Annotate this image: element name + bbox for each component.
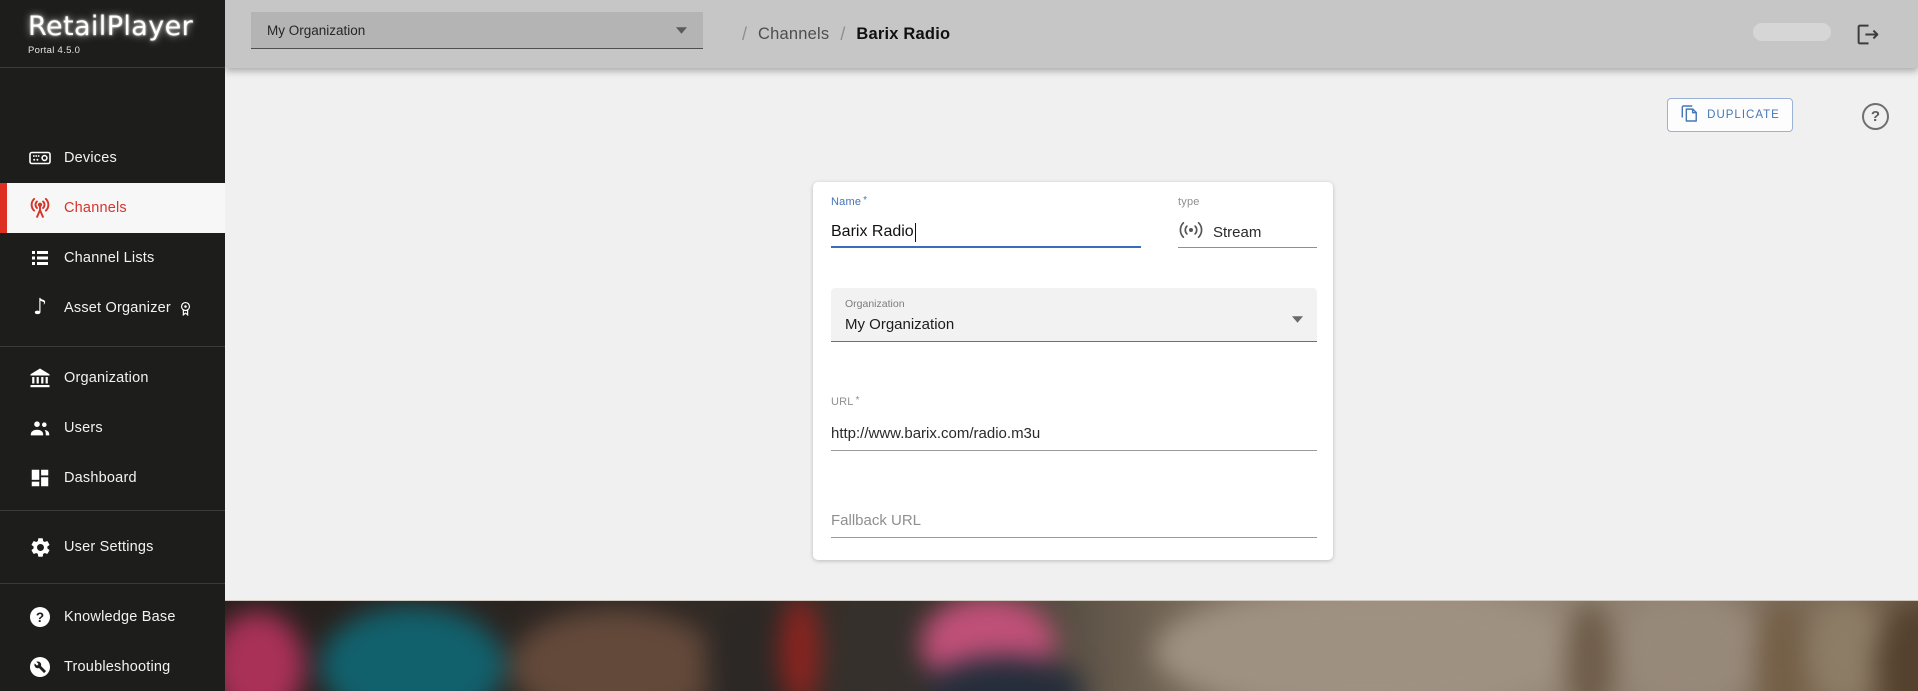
list-icon [27,245,53,271]
premium-badge-icon [176,299,195,318]
name-input-underline [831,246,1141,248]
footer-photo [225,600,1918,691]
sidebar-divider [0,510,225,511]
logout-button[interactable] [1854,22,1882,47]
breadcrumb-current-page: Barix Radio [856,24,951,43]
sidebar-item-devices[interactable]: Devices [0,133,225,183]
duplicate-button-label: DUPLICATE [1707,109,1780,121]
sidebar-item-label: Dashboard [64,470,137,486]
sidebar-item-organization[interactable]: Organization [0,353,225,403]
devices-icon [27,145,53,171]
sidebar-nav: Devices Channels Channel Lists ♪ Asset O… [0,68,225,691]
url-input-underline [831,450,1317,451]
url-input-value: http://www.barix.com/radio.m3u [831,424,1041,442]
sidebar-item-user-settings[interactable]: User Settings [0,522,225,572]
logout-icon [1854,24,1882,50]
name-input[interactable]: Barix Radio [831,221,1141,243]
logo-block: RetailPlayer Portal 4.5.0 [0,0,225,68]
sidebar-item-label: Knowledge Base [64,609,176,625]
breadcrumb-channels[interactable]: Channels [758,25,829,44]
type-field-value: Stream [1213,223,1262,241]
url-field[interactable]: URL * http://www.barix.com/radio.m3u [831,395,1317,451]
text-cursor [914,222,917,242]
sidebar-item-asset-organizer[interactable]: ♪ Asset Organizer [0,283,225,333]
copy-icon [1680,104,1699,126]
app-version: Portal 4.5.0 [28,45,81,56]
sidebar-item-knowledge-base[interactable]: ? Knowledge Base [0,592,225,642]
dashboard-icon [27,465,53,491]
sidebar-item-channel-lists[interactable]: Channel Lists [0,233,225,283]
sidebar-item-label: Channel Lists [64,250,155,266]
help-button[interactable] [1862,103,1889,130]
name-field-label: Name * [831,195,868,208]
sidebar-divider [0,583,225,584]
retailplayer-portal: RetailPlayer Portal 4.5.0 Devices Channe… [0,0,1918,691]
sidebar-item-label: Troubleshooting [64,659,171,675]
svg-text:?: ? [36,610,44,625]
topbar: My Organization / Channels / Barix Radio [225,0,1918,68]
duplicate-button[interactable]: DUPLICATE [1667,98,1793,132]
caret-down-icon [676,26,687,34]
sidebar-item-dashboard[interactable]: Dashboard [0,453,225,503]
bank-icon [27,365,53,391]
help-circle-icon: ? [27,604,53,630]
caret-down-icon [1292,310,1303,328]
organization-select-value: My Organization [845,316,955,333]
sidebar-divider [0,346,225,347]
sidebar-item-troubleshooting[interactable]: Troubleshooting [0,642,225,691]
app-logo: RetailPlayer [28,11,194,42]
broadcast-icon [1178,221,1204,243]
fallback-url-field[interactable]: Fallback URL [831,509,1317,538]
sidebar-item-label: Users [64,420,103,436]
user-badge [1753,23,1831,41]
antenna-icon [27,195,53,221]
breadcrumb: / Channels / Barix Radio [742,0,950,68]
sidebar: RetailPlayer Portal 4.5.0 Devices Channe… [0,0,225,691]
sidebar-item-label: Asset Organizer [64,300,171,316]
organization-select[interactable]: Organization My Organization [831,288,1317,342]
name-input-value: Barix Radio [831,223,914,240]
organization-select-value: My Organization [267,22,366,38]
topbar-organization-select[interactable]: My Organization [251,12,703,49]
breadcrumb-separator: / [742,23,748,44]
fallback-url-underline [831,537,1317,538]
sidebar-item-channels[interactable]: Channels [0,183,225,233]
sidebar-item-users[interactable]: Users [0,403,225,453]
type-field[interactable]: Stream [1178,221,1317,243]
music-note-icon: ♪ [32,295,48,320]
type-field-underline [1178,247,1317,248]
users-icon [27,415,53,441]
organization-select-label: Organization [845,298,905,310]
sidebar-item-label: Organization [64,370,149,386]
footer-photo-blur [225,601,1918,691]
breadcrumb-separator: / [840,23,846,44]
channel-form-card: Name * Barix Radio type Stream Organizat… [813,182,1333,560]
sidebar-item-label: User Settings [64,539,154,555]
type-field-label: type [1178,196,1200,208]
fallback-url-placeholder: Fallback URL [831,511,922,529]
wrench-circle-icon [27,654,53,680]
sidebar-item-label: Devices [64,150,117,166]
sidebar-item-label: Channels [64,200,127,216]
gear-icon [27,534,53,560]
url-field-label: URL * [831,395,860,408]
